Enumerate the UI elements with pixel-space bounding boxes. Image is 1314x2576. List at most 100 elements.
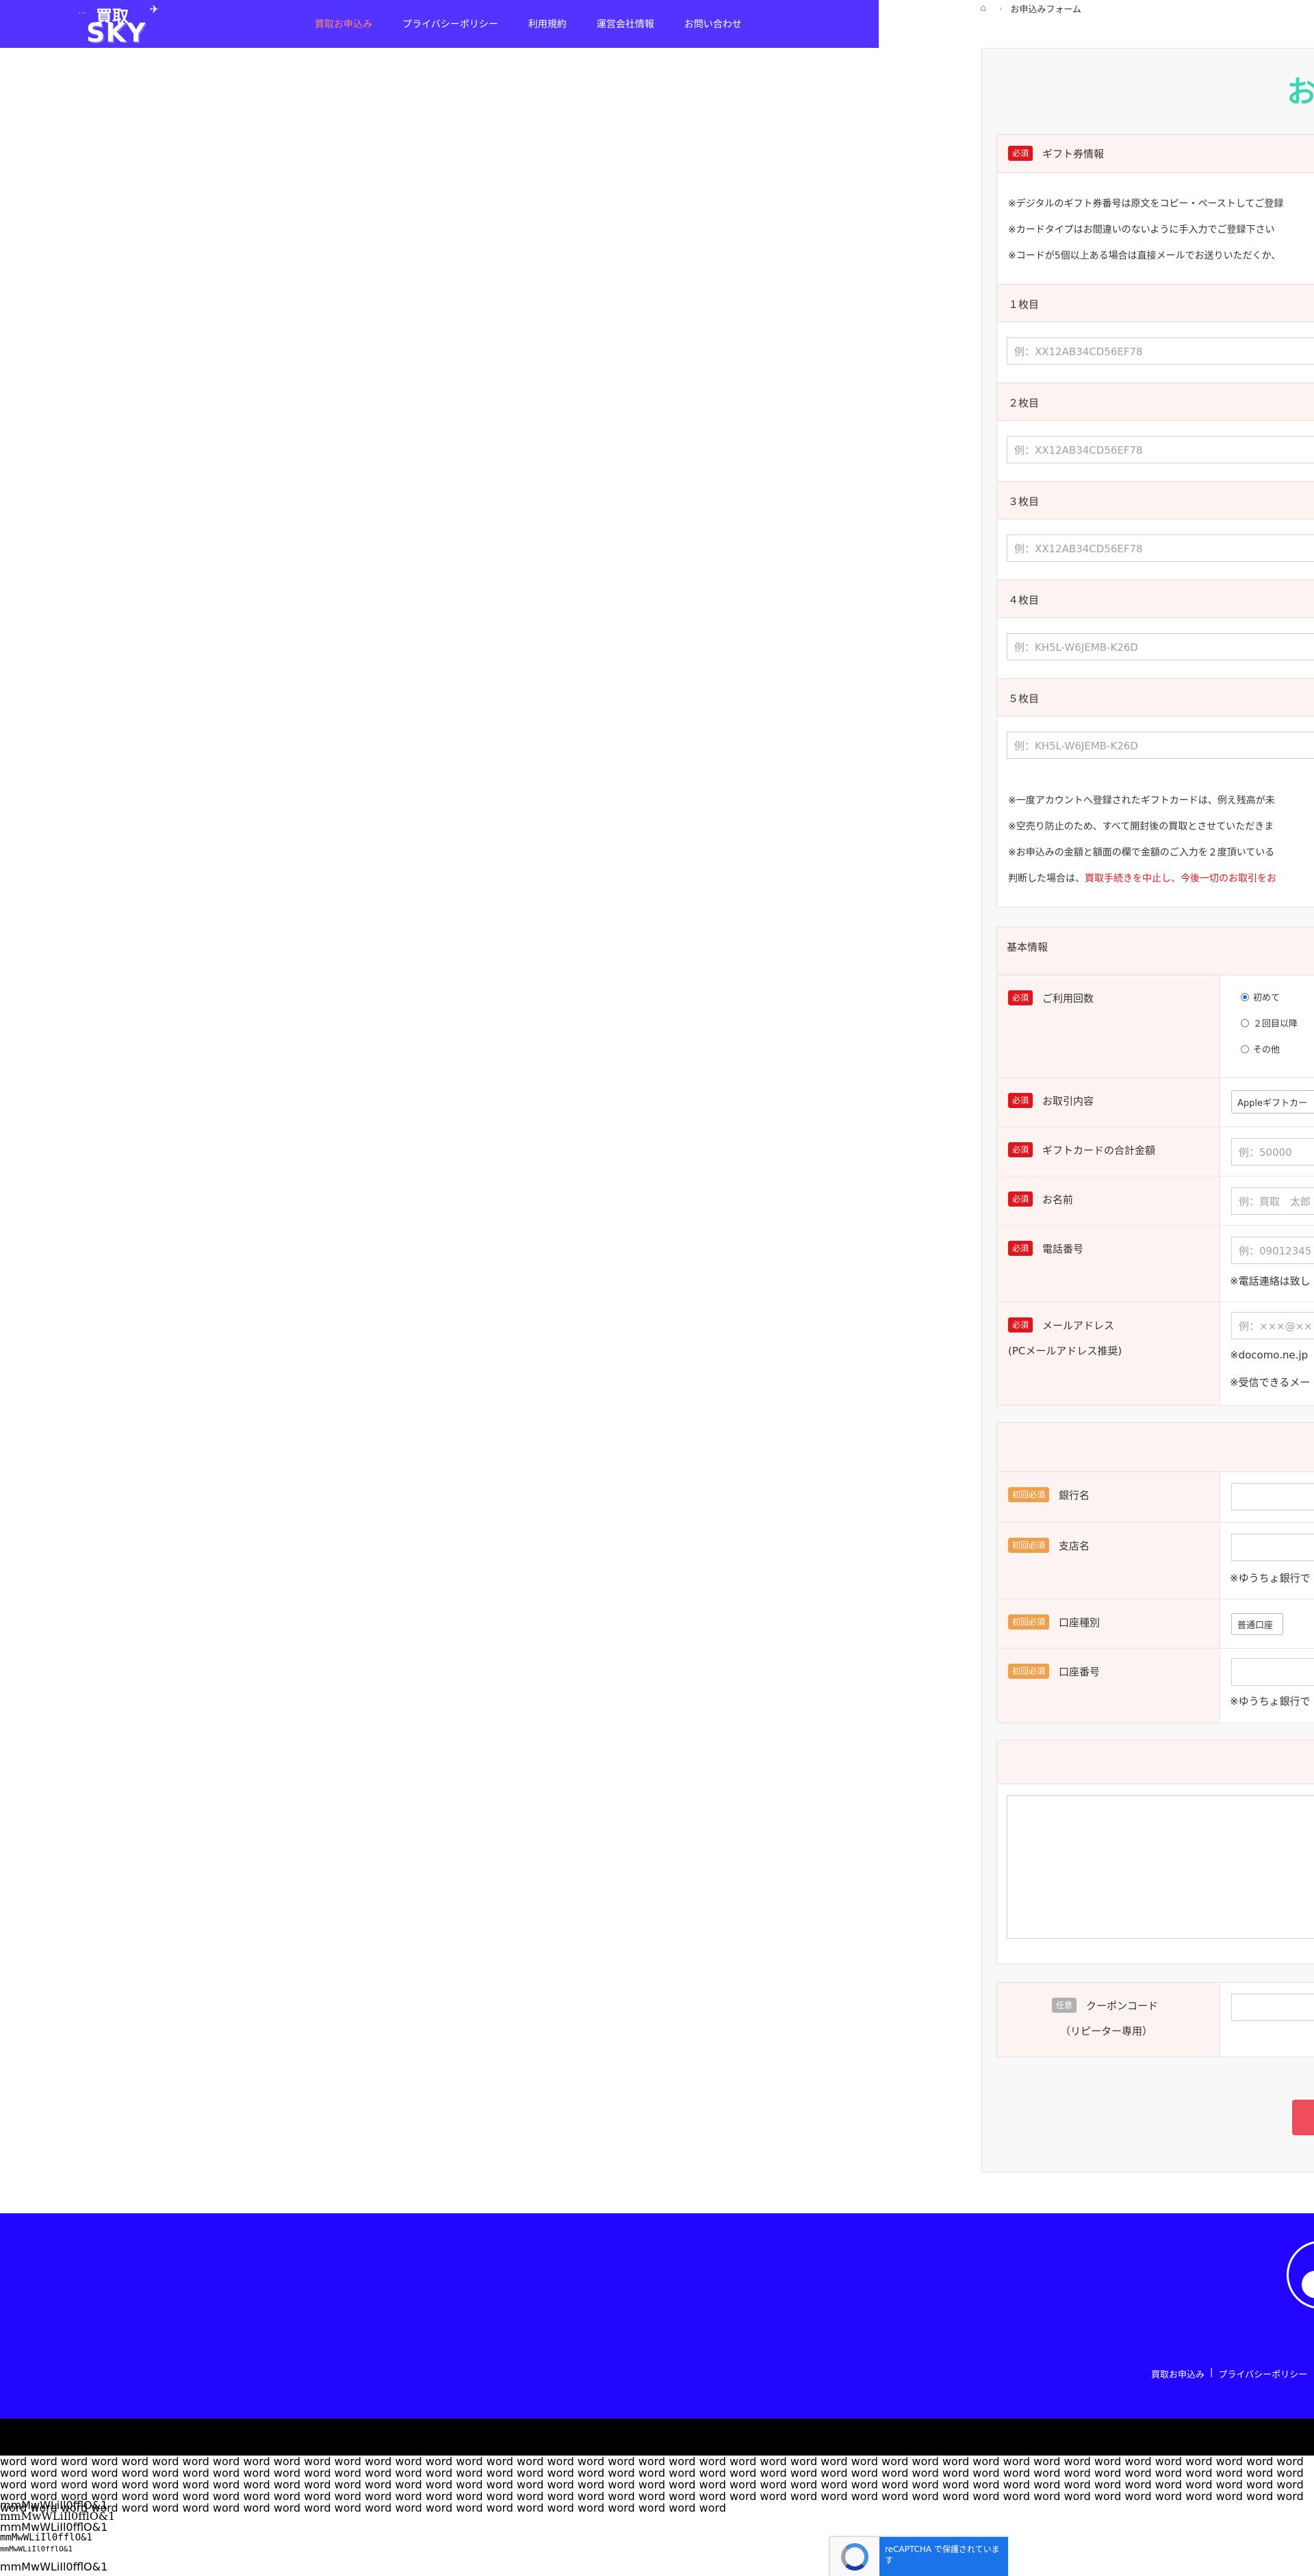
nav-item-apply[interactable]: 買取お申込み <box>315 17 372 31</box>
name-row: 必須 お名前 例：買取 太郎 <box>997 1176 1314 1226</box>
bank-section: 初回必須 銀行名 初回必須 支店名 ※ゆうちょ銀行で 初回必須 口座種別 普通口… <box>996 1422 1314 1723</box>
name-input[interactable]: 例：買取 太郎 <box>1231 1187 1314 1215</box>
recaptcha-message: reCAPTCHA で保護されていま す <box>879 2537 1008 2576</box>
account-number-label: 初回必須 口座番号 <box>1008 1664 1100 1679</box>
radio-unchecked-icon[interactable] <box>1241 1044 1249 1053</box>
footer-logo[interactable] <box>1287 2241 1314 2316</box>
card-3-input[interactable]: 例：XX12AB34CD56EF78 <box>1007 534 1314 562</box>
footer-links: 買取お申込み | プライバシーポリシー <box>1151 2367 1307 2380</box>
gift-note: ※カードタイプはお間違いのないように手入力でご登録下さい <box>1008 224 1275 235</box>
usage-option-other[interactable]: その他 <box>1241 1042 1280 1055</box>
deal-select[interactable]: Appleギフトカー <box>1231 1090 1314 1113</box>
phone-input[interactable]: 例：09012345 <box>1231 1237 1314 1264</box>
bank-name-input[interactable] <box>1231 1483 1314 1510</box>
nav-item-terms[interactable]: 利用規約 <box>528 17 567 31</box>
card-1-header: １枚目 <box>997 284 1314 322</box>
footer-link-privacy[interactable]: プライバシーポリシー <box>1218 2367 1307 2380</box>
account-number-label-cell: 初回必須 口座番号 <box>997 1649 1220 1723</box>
gift-warning-red: 買取手続きを中止し、今後一切のお取引をお <box>1085 873 1276 884</box>
bank-name-label: 初回必須 銀行名 <box>1008 1487 1090 1502</box>
email-note-docomo: ※docomo.ne.jp <box>1230 1349 1309 1361</box>
basic-section: 基本情報 必須 ご利用回数 初めて ２回目以降 その他 必須 お取引内容 App… <box>996 927 1314 1406</box>
email-label: 必須 メールアドレス <box>1008 1317 1114 1332</box>
nav-item-company[interactable]: 運営会社情報 <box>597 17 654 31</box>
home-icon[interactable]: ⌂ <box>980 3 991 14</box>
branch-row: 初回必須 支店名 ※ゆうちょ銀行で <box>997 1523 1314 1599</box>
amount-input[interactable]: 例：50000 <box>1231 1138 1314 1165</box>
coupon-label-text: クーポンコード <box>1086 1999 1159 2012</box>
card-1-label: １枚目 <box>1008 298 1040 311</box>
account-number-input[interactable] <box>1231 1658 1314 1686</box>
optional-badge: 任意 <box>1052 1998 1077 2013</box>
email-input[interactable]: 例：×××@×× <box>1231 1312 1314 1339</box>
font-probe-line: mmMwWLiIl0fflO&1 <box>0 2560 108 2573</box>
card-3-label: ３枚目 <box>1008 495 1040 508</box>
recaptcha-badge[interactable]: reCAPTCHA で保護されていま す <box>829 2536 1008 2576</box>
required-badge: 必須 <box>1008 990 1033 1005</box>
usage-label: 必須 ご利用回数 <box>1008 990 1094 1005</box>
submit-button[interactable] <box>1292 2100 1314 2135</box>
card-4-input[interactable]: 例：KH5L-W6JEMB-K26D <box>1007 633 1314 660</box>
required-badge: 必須 <box>1008 1317 1033 1332</box>
card-5-input[interactable]: 例：KH5L-W6JEMB-K26D <box>1007 732 1314 759</box>
card-5-label: ５枚目 <box>1008 693 1040 705</box>
basic-section-header: 基本情報 <box>997 927 1314 975</box>
radio-checked-icon[interactable] <box>1241 992 1249 1001</box>
logo-dots-icon: ⋯ <box>78 8 86 18</box>
coupon-input[interactable] <box>1231 1994 1314 2021</box>
usage-option-label: 初めて <box>1253 993 1280 1003</box>
email-label-text: メールアドレス <box>1042 1319 1115 1332</box>
account-type-select[interactable]: 普通口座 <box>1231 1613 1283 1635</box>
font-probe-line: mmMwWLiIl0fflO&1 <box>0 2545 73 2553</box>
first-time-required-badge: 初回必須 <box>1008 1614 1050 1630</box>
usage-option-repeat[interactable]: ２回目以降 <box>1241 1016 1298 1029</box>
card-2-input[interactable]: 例：XX12AB34CD56EF78 <box>1007 436 1314 463</box>
usage-option-first[interactable]: 初めて <box>1241 990 1280 1003</box>
usage-option-label: その他 <box>1253 1045 1280 1055</box>
first-time-required-badge: 初回必須 <box>1008 1538 1050 1553</box>
footer-link-separator: | <box>1210 2367 1213 2378</box>
remarks-section-header <box>997 1740 1314 1784</box>
name-label-cell: 必須 お名前 <box>997 1176 1220 1225</box>
remarks-textarea[interactable] <box>1007 1795 1314 1939</box>
branch-input[interactable] <box>1231 1534 1314 1561</box>
radio-unchecked-icon[interactable] <box>1241 1018 1249 1027</box>
site-logo[interactable]: ⋯ 買取 ✈ SKY <box>75 1 164 48</box>
nav-item-privacy[interactable]: プライバシーポリシー <box>402 17 498 31</box>
gift-warning: ※一度アカウントへ登録されたギフトカードは、例え残高が未 <box>1008 795 1275 806</box>
nav-item-contact[interactable]: お問い合わせ <box>684 17 742 31</box>
gift-note: ※コードが5個以上ある場合は直接メールでお送りいただくか、 <box>1008 250 1281 261</box>
recaptcha-icon <box>841 2543 868 2571</box>
card-2-label: ２枚目 <box>1008 397 1040 409</box>
account-number-row: 初回必須 口座番号 ※ゆうちょ銀行で <box>997 1649 1314 1723</box>
required-badge: 必須 <box>1008 1093 1033 1108</box>
phone-label-cell: 必須 電話番号 <box>997 1226 1220 1302</box>
bank-section-header <box>997 1423 1314 1472</box>
card-1-input[interactable]: 例：XX12AB34CD56EF78 <box>1007 337 1314 365</box>
bank-name-label-text: 銀行名 <box>1059 1489 1090 1502</box>
required-badge: 必須 <box>1008 146 1033 161</box>
font-probe-words: word word word word word word word word … <box>0 2455 1304 2514</box>
card-4-label: ４枚目 <box>1008 594 1040 606</box>
coupon-label-cell: 任意 クーポンコード （リピーター専用） <box>997 1983 1220 2057</box>
bank-name-row: 初回必須 銀行名 <box>997 1472 1314 1523</box>
gift-warning-prefix: 判断した場合は、 <box>1008 873 1085 884</box>
coupon-section: 任意 クーポンコード （リピーター専用） <box>996 1982 1314 2057</box>
phone-label-text: 電話番号 <box>1042 1242 1084 1255</box>
site-footer: 買取お申込み | プライバシーポリシー <box>0 2213 1314 2419</box>
page-title: お <box>1287 75 1314 110</box>
font-probe-line: mmMwWLiIl0fflO&1 <box>0 2521 108 2534</box>
usage-label-cell: 必須 ご利用回数 <box>997 975 1220 1077</box>
name-label-text: お名前 <box>1042 1193 1074 1206</box>
coupon-row: 任意 クーポンコード （リピーター専用） <box>997 1983 1314 2057</box>
usage-option-label: ２回目以降 <box>1253 1019 1298 1029</box>
logo-brand-text: SKY <box>86 18 146 48</box>
card-4-header: ４枚目 <box>997 580 1314 618</box>
footer-link-apply[interactable]: 買取お申込み <box>1151 2367 1204 2380</box>
email-row: 必須 メールアドレス (PCメールアドレス推奨) 例：×××@×× ※docom… <box>997 1302 1314 1405</box>
name-label: 必須 お名前 <box>1008 1192 1073 1207</box>
branch-label-cell: 初回必須 支店名 <box>997 1523 1220 1599</box>
breadcrumb-current: お申込みフォーム <box>1010 4 1082 15</box>
required-badge: 必須 <box>1008 1192 1033 1207</box>
amount-row: 必須 ギフトカードの合計金額 例：50000 <box>997 1127 1314 1176</box>
